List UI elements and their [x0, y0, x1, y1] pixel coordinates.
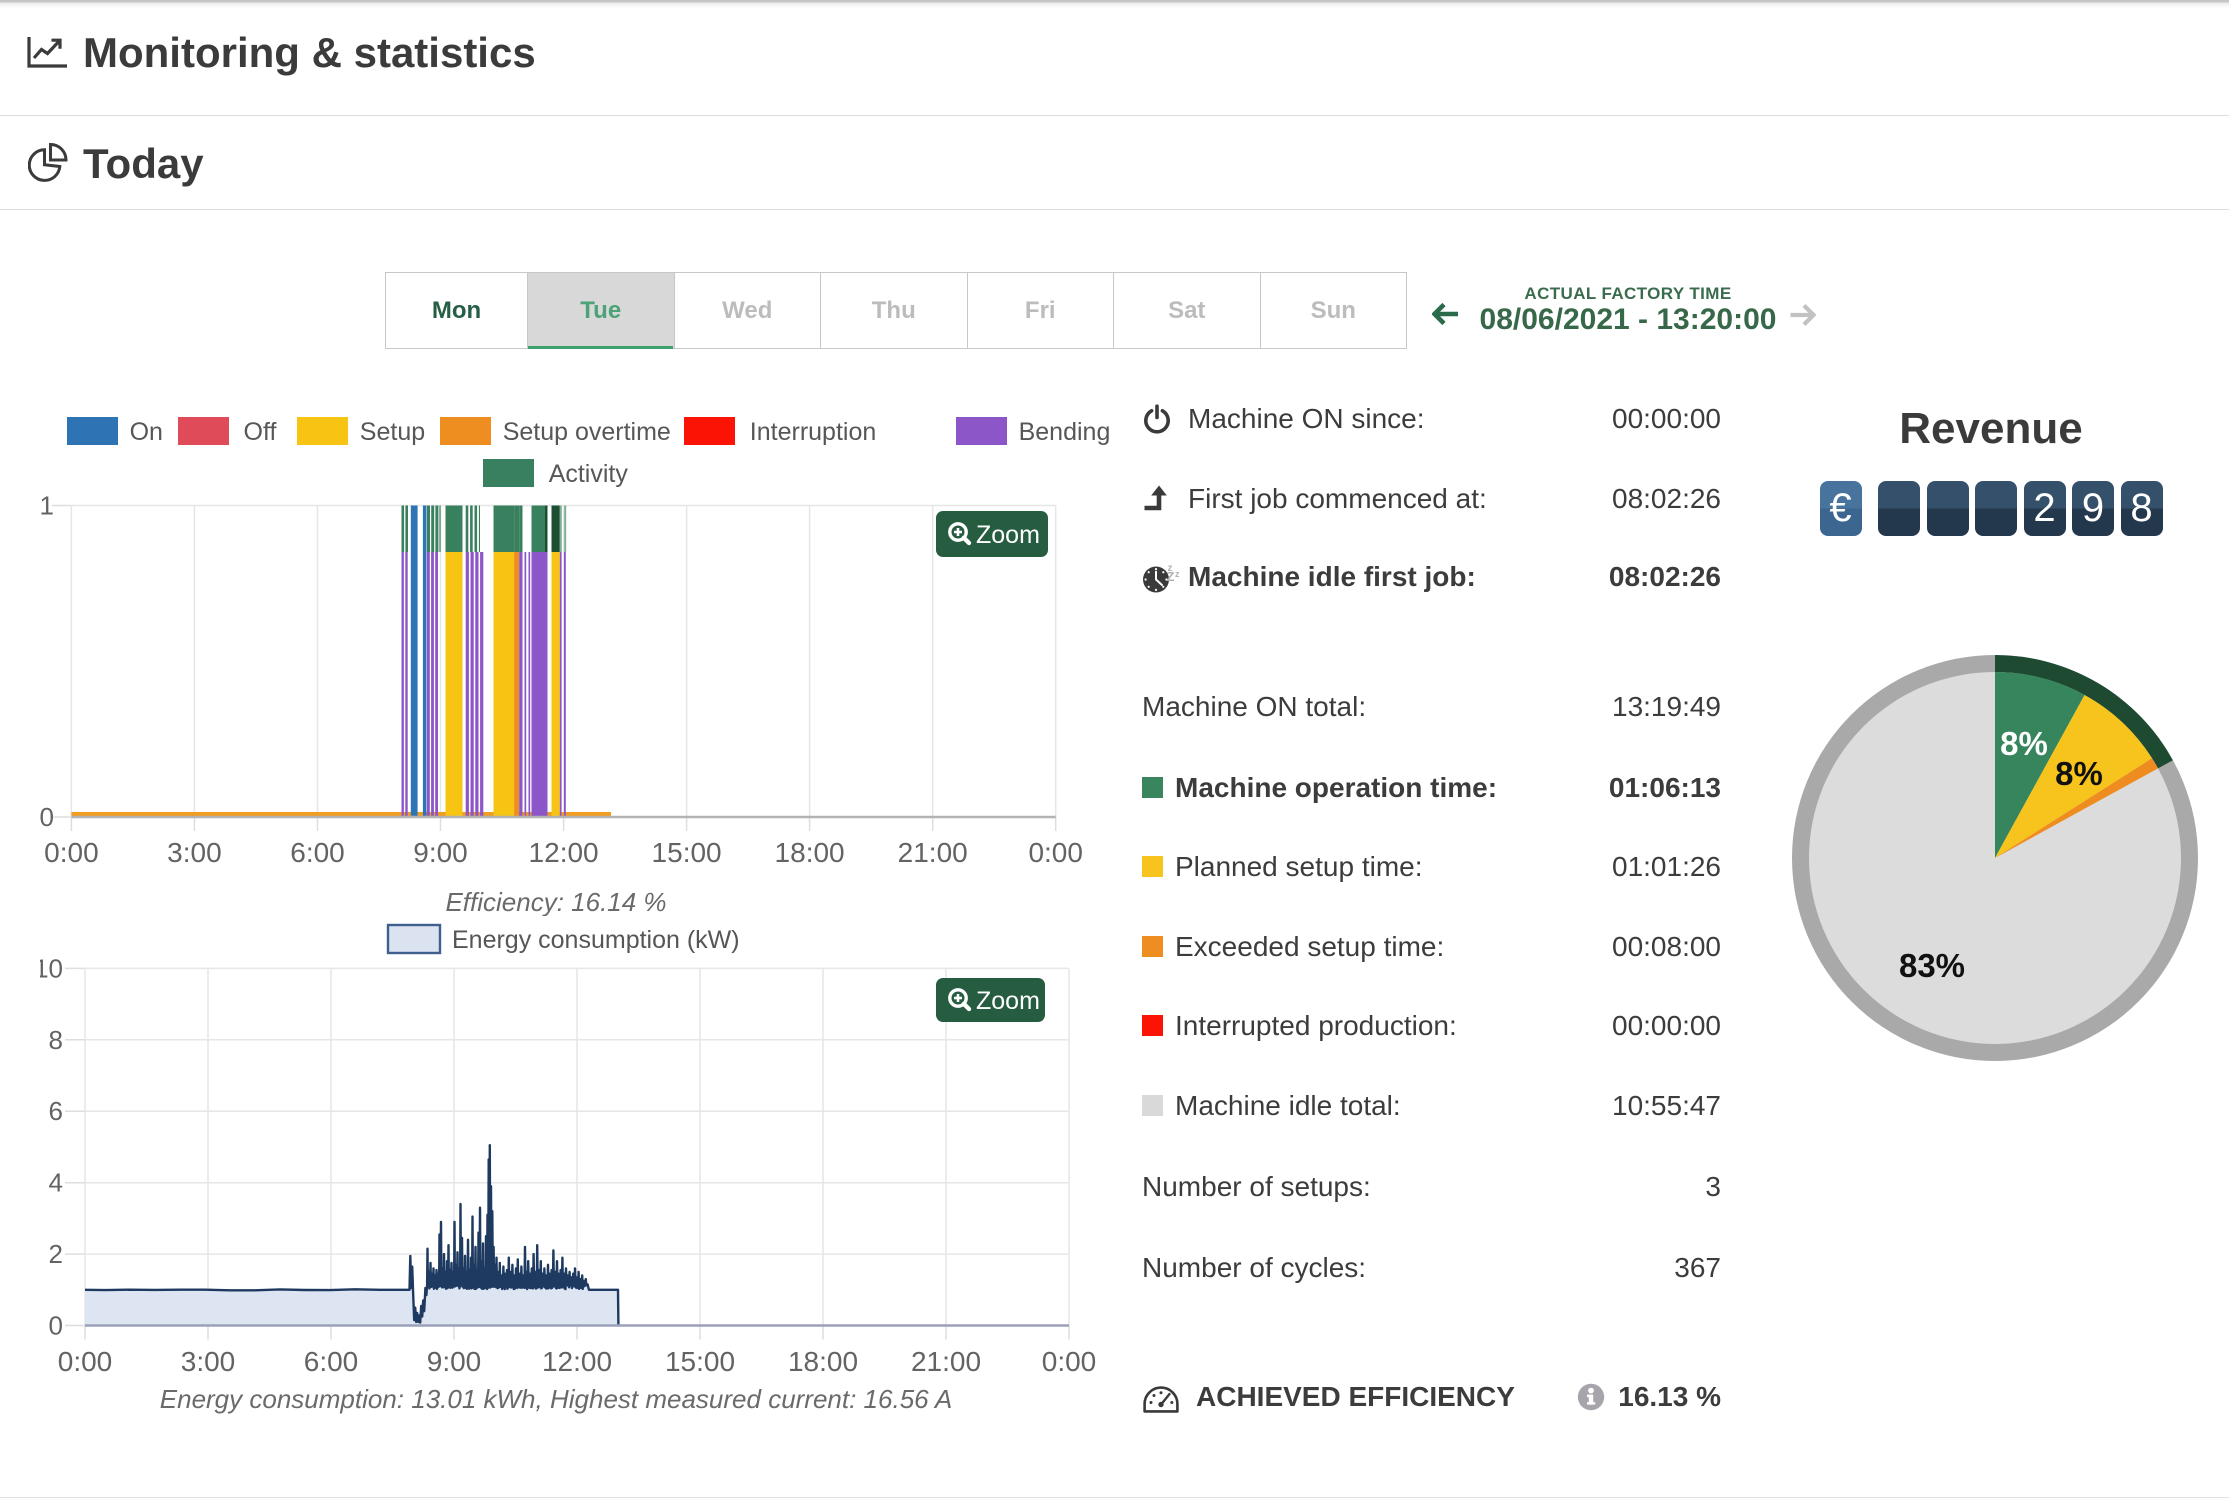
- svg-text:0:00: 0:00: [58, 1346, 113, 1377]
- svg-text:Zoom: Zoom: [976, 521, 1040, 549]
- svg-text:12:00: 12:00: [529, 837, 599, 868]
- svg-text:9:00: 9:00: [413, 837, 468, 868]
- svg-text:3:00: 3:00: [181, 1346, 236, 1377]
- svg-text:21:00: 21:00: [898, 837, 968, 868]
- svg-text:0: 0: [40, 802, 54, 832]
- svg-text:12:00: 12:00: [542, 1346, 612, 1377]
- svg-text:Efficiency: 16.14 %: Efficiency: 16.14 %: [445, 887, 666, 916]
- svg-text:Energy consumption: 13.01 kWh,: Energy consumption: 13.01 kWh, Highest m…: [160, 1384, 952, 1414]
- svg-text:83%: 83%: [1899, 947, 1965, 984]
- svg-text:10: 10: [40, 953, 63, 983]
- svg-text:0:00: 0:00: [1042, 1346, 1097, 1377]
- svg-text:0:00: 0:00: [44, 837, 98, 868]
- svg-text:21:00: 21:00: [911, 1346, 981, 1377]
- svg-text:6:00: 6:00: [304, 1346, 359, 1377]
- svg-text:4: 4: [49, 1168, 63, 1198]
- svg-text:6:00: 6:00: [290, 837, 345, 868]
- svg-text:2: 2: [49, 1239, 63, 1269]
- svg-text:18:00: 18:00: [788, 1346, 858, 1377]
- svg-text:1: 1: [40, 496, 54, 521]
- svg-text:8: 8: [49, 1025, 63, 1055]
- svg-text:Z: Z: [1167, 569, 1175, 584]
- svg-text:9:00: 9:00: [427, 1346, 482, 1377]
- svg-text:0: 0: [49, 1311, 63, 1341]
- svg-text:15:00: 15:00: [665, 1346, 735, 1377]
- svg-text:z: z: [1175, 569, 1180, 579]
- svg-text:15:00: 15:00: [652, 837, 722, 868]
- svg-text:3:00: 3:00: [167, 837, 222, 868]
- svg-text:8%: 8%: [2000, 725, 2048, 762]
- svg-text:Energy consumption (kW): Energy consumption (kW): [452, 926, 740, 954]
- svg-text:6: 6: [49, 1096, 63, 1126]
- svg-text:Zoom: Zoom: [976, 987, 1040, 1015]
- svg-text:0:00: 0:00: [1028, 837, 1083, 868]
- svg-text:8%: 8%: [2055, 755, 2103, 792]
- svg-text:18:00: 18:00: [775, 837, 845, 868]
